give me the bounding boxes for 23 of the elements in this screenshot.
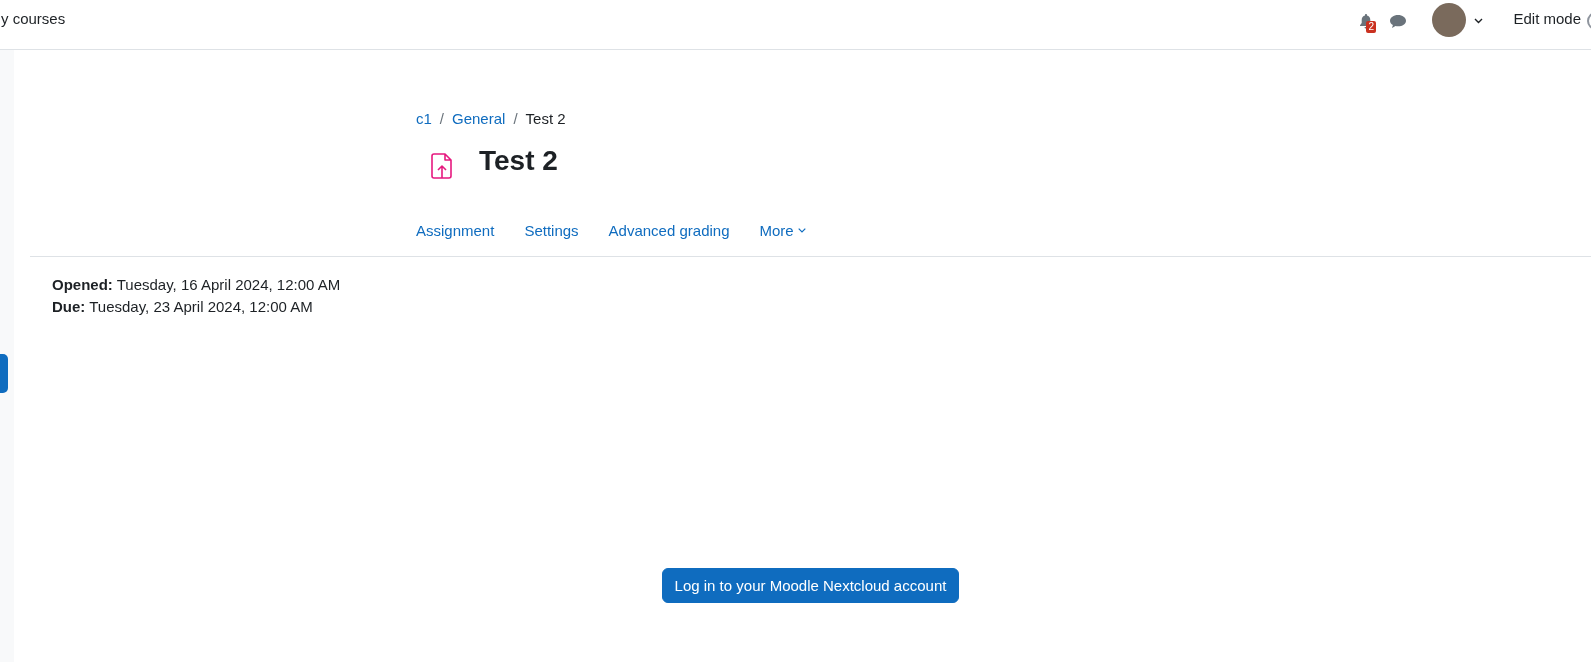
edit-mode-label: Edit mode bbox=[1513, 10, 1581, 27]
breadcrumb-link[interactable]: General bbox=[452, 110, 506, 127]
user-avatar[interactable] bbox=[1432, 2, 1467, 37]
notifications-button[interactable]: 2 bbox=[1356, 14, 1377, 35]
speech-bubble-icon bbox=[1390, 14, 1407, 29]
login-button[interactable]: Log in to your Moodle Nextcloud account bbox=[661, 568, 960, 603]
page-title: Test 2 bbox=[479, 145, 558, 177]
date-line: Opened: Tuesday, 16 April 2024, 12:00 AM bbox=[52, 276, 341, 293]
caret-icon[interactable] bbox=[1474, 17, 1484, 24]
nav-tab[interactable]: Advanced grading bbox=[593, 222, 745, 239]
nav-tab[interactable]: Assignment bbox=[401, 222, 510, 239]
date-line: Due: Tuesday, 23 April 2024, 12:00 AM bbox=[52, 298, 313, 315]
more-menu[interactable]: More bbox=[744, 222, 821, 239]
breadcrumb-link[interactable]: c1 bbox=[416, 110, 432, 127]
breadcrumb-separator: / bbox=[439, 110, 444, 127]
caret-icon bbox=[797, 228, 806, 233]
current-page-label: Test 2 bbox=[525, 110, 566, 127]
breadcrumb-separator: / bbox=[513, 110, 518, 127]
file-upload-icon bbox=[431, 153, 453, 179]
my-courses-link[interactable]: y courses bbox=[1, 10, 66, 27]
nav-tab[interactable]: Settings bbox=[509, 222, 594, 239]
notification-count: 2 bbox=[1366, 20, 1376, 33]
drawer-toggle[interactable] bbox=[0, 354, 8, 393]
